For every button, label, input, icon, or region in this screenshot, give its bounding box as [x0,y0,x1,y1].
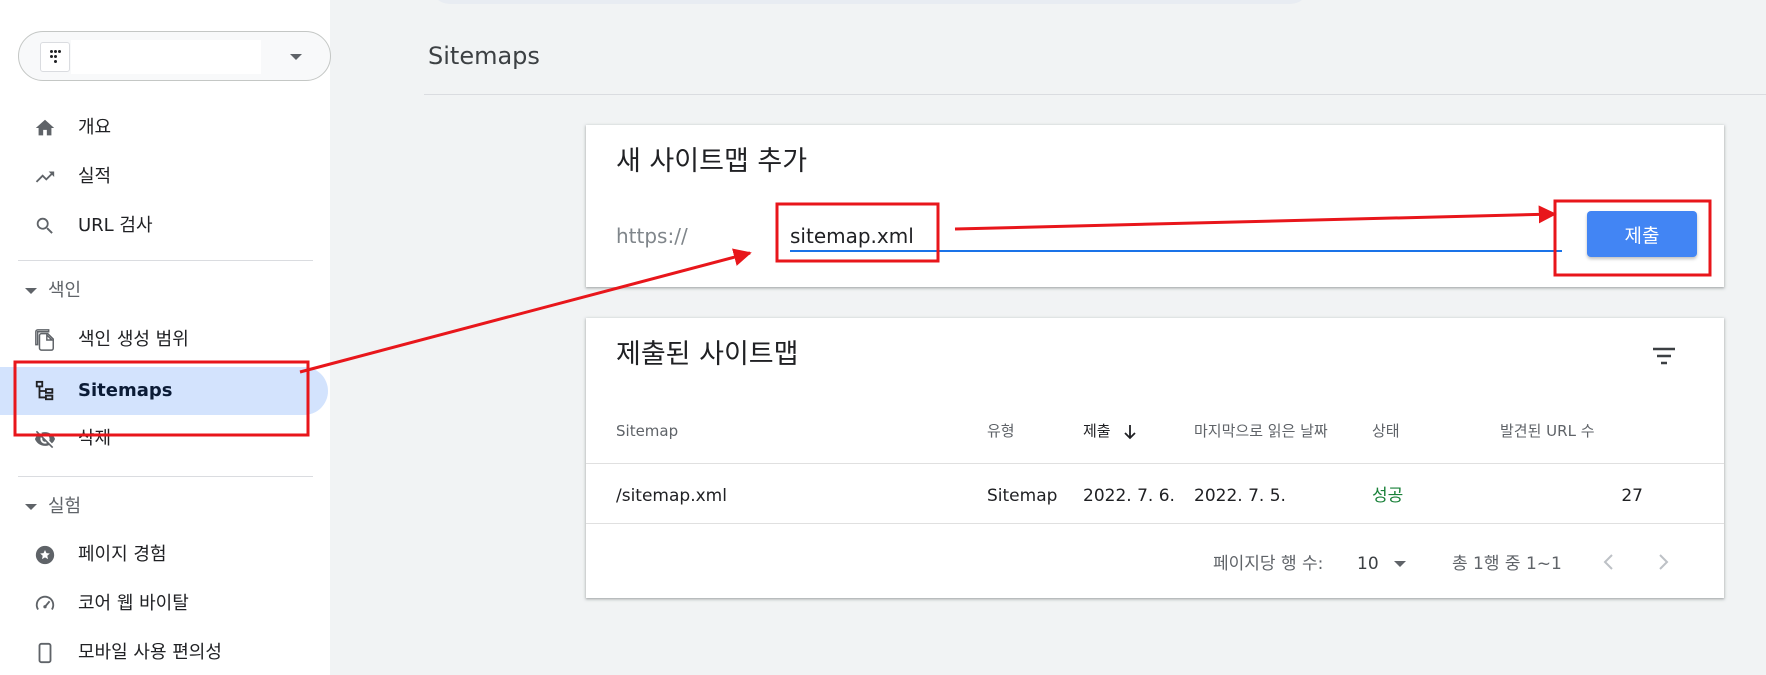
top-search-bar-fragment[interactable] [430,0,1310,4]
section-header-experience[interactable]: 실험 [0,487,330,527]
sitemap-url-input[interactable] [790,219,1560,253]
divider [586,463,1724,464]
nav-item-core-web-vitals[interactable]: 코어 웹 바이탈 [0,580,328,628]
smartphone-icon [34,642,56,664]
column-header-urls-found[interactable]: 발견된 URL 수 [1500,421,1595,441]
nav-item-label: 모바일 사용 편의성 [78,642,222,663]
add-sitemap-title: 새 사이트맵 추가 [616,146,808,177]
column-header-submitted[interactable]: 제출 [1083,421,1137,441]
chevron-down-icon[interactable] [1394,561,1406,567]
divider [18,476,313,477]
expand-arrow-icon [25,504,37,510]
submitted-sitemaps-title: 제출된 사이트맵 [616,339,799,370]
nav-item-label: 실적 [78,166,112,187]
nav-item-removals[interactable]: 삭제 [0,415,328,463]
nav-item-label: 삭제 [78,428,112,449]
nav-item-label: 개요 [78,117,112,138]
rows-per-page-label: 페이지당 행 수: [1213,554,1324,574]
section-label: 실험 [48,496,82,517]
cell-last-read: 2022. 7. 5. [1194,486,1286,506]
nav-item-page-experience[interactable]: 페이지 경험 [0,531,328,579]
column-header-label: 제출 [1083,422,1111,440]
filter-icon[interactable] [1651,346,1677,366]
nav-item-overview[interactable]: 개요 [0,104,328,152]
column-header-sitemap[interactable]: Sitemap [616,421,678,441]
site-url-prefix: https://y [616,224,688,248]
cell-type: Sitemap [987,486,1058,506]
star-badge-icon [34,544,56,566]
cell-urls-found: 27 [1621,486,1643,506]
input-focus-underline [790,250,1562,252]
property-selector[interactable] [18,31,331,81]
nav-item-mobile-usability[interactable]: 모바일 사용 편의성 [0,629,328,675]
speed-gauge-icon [34,593,56,615]
pagination-range: 총 1행 중 1~1 [1452,554,1562,574]
column-header-status[interactable]: 상태 [1372,421,1400,441]
nav-item-label: Sitemaps [78,380,173,401]
nav-item-label: 색인 생성 범위 [78,329,189,350]
divider [586,523,1724,524]
site-logo [40,42,70,72]
home-icon [34,117,56,139]
sitemap-icon [34,380,56,402]
status-badge: 성공 [1372,486,1404,506]
cell-submitted: 2022. 7. 6. [1083,486,1175,506]
sidebar: 개요 실적 URL 검사 색인 색인 생성 범위 Sitemaps 삭제 실험 … [0,0,331,675]
sort-arrow-down-icon [1123,424,1137,440]
property-name-redacted [71,40,261,74]
expand-arrow-icon [25,288,37,294]
submit-button[interactable]: 제출 [1587,211,1697,257]
rows-per-page-select[interactable]: 10 [1357,553,1379,575]
submitted-sitemaps-card: 제출된 사이트맵 Sitemap 유형 제출 마지막으로 읽은 날짜 상태 발견… [586,318,1724,598]
chevron-down-icon [290,54,302,60]
divider [18,260,313,261]
file-copy-icon [34,329,56,351]
section-header-index[interactable]: 색인 [0,271,330,311]
trending-up-icon [34,166,56,188]
cell-sitemap: /sitemap.xml [616,486,727,506]
visibility-off-icon [34,428,56,450]
column-header-type[interactable]: 유형 [987,421,1015,441]
add-sitemap-card: 새 사이트맵 추가 https://y 제출 [586,125,1724,287]
chevron-right-icon[interactable] [1652,550,1674,574]
column-header-last-read[interactable]: 마지막으로 읽은 날짜 [1194,421,1328,441]
search-icon [34,215,56,237]
nav-item-label: URL 검사 [78,215,153,236]
chevron-left-icon[interactable] [1598,550,1620,574]
nav-item-performance[interactable]: 실적 [0,153,328,201]
divider [424,94,1766,95]
nav-item-url-inspection[interactable]: URL 검사 [0,202,328,250]
nav-item-index-coverage[interactable]: 색인 생성 범위 [0,316,328,364]
nav-item-label: 페이지 경험 [78,544,167,565]
section-label: 색인 [48,280,82,301]
nav-item-label: 코어 웹 바이탈 [78,593,189,614]
nav-item-sitemaps[interactable]: Sitemaps [0,367,328,415]
page-title: Sitemaps [428,42,540,70]
